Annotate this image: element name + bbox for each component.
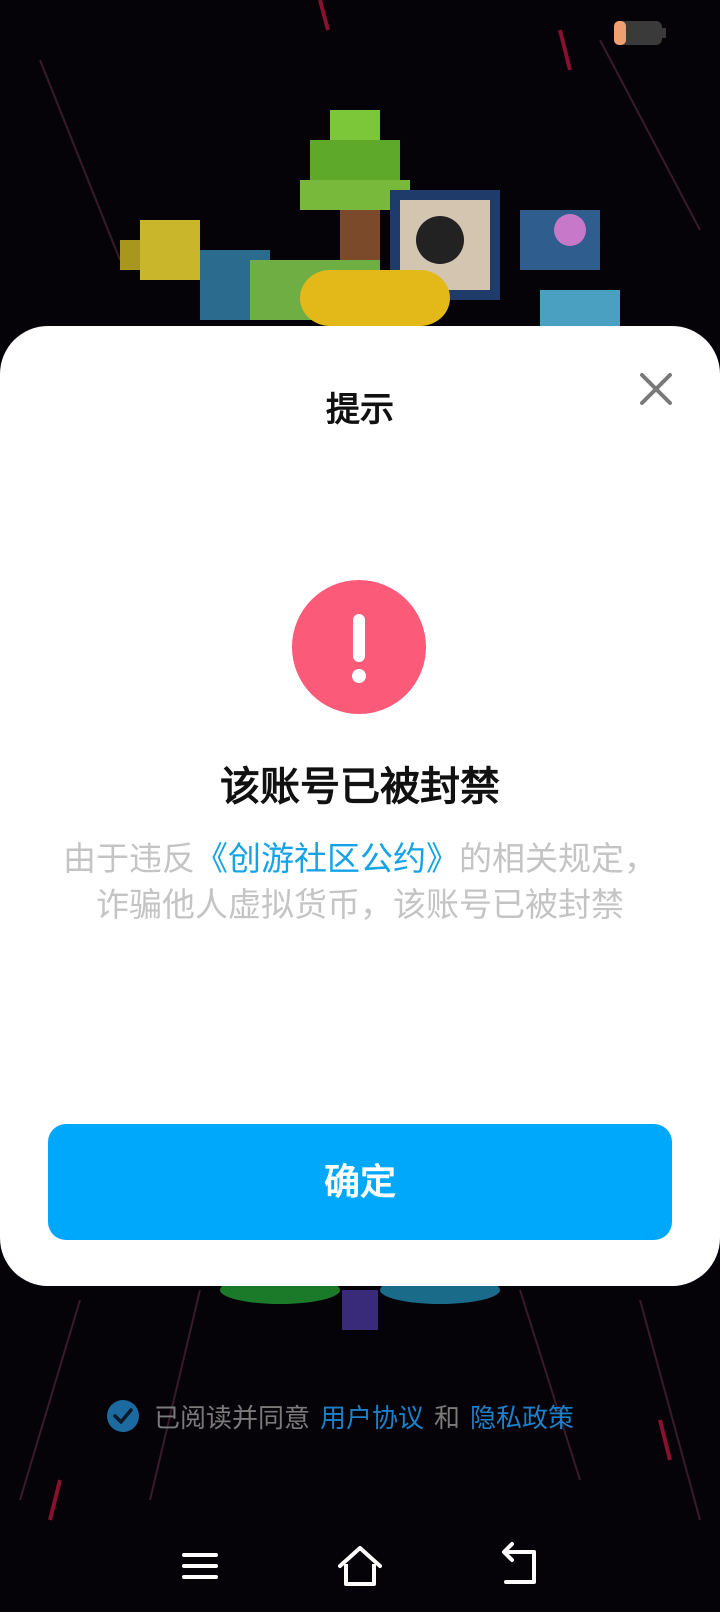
battery-icon <box>614 21 666 45</box>
message-text-before: 由于违反 <box>63 839 195 878</box>
exclamation-icon <box>352 614 366 683</box>
home-icon[interactable] <box>334 1540 386 1592</box>
user-agreement-link[interactable]: 用户协议 <box>320 1398 424 1435</box>
ban-notice-dialog: 提示 该账号已被封禁 由于违反《创游社区公约》的相关规定，诈骗他人虚拟货币，该账… <box>0 326 720 1286</box>
ban-heading: 该账号已被封禁 <box>220 764 500 810</box>
ban-message: 由于违反《创游社区公约》的相关规定，诈骗他人虚拟货币，该账号已被封禁 <box>50 836 670 928</box>
confirm-button[interactable]: 确定 <box>48 1124 672 1240</box>
privacy-policy-link[interactable]: 隐私政策 <box>470 1398 574 1435</box>
agreement-text: 已阅读并同意 <box>154 1403 311 1434</box>
alert-badge <box>292 580 426 714</box>
close-icon[interactable] <box>636 369 676 409</box>
dialog-title: 提示 <box>326 390 394 430</box>
system-navigation-bar <box>0 1532 720 1612</box>
agreement-conjunction: 和 <box>434 1403 461 1434</box>
checkbox-checked-icon[interactable] <box>106 1399 140 1433</box>
community-rules-link[interactable]: 《创游社区公约》 <box>195 839 459 878</box>
back-icon[interactable] <box>494 1540 546 1592</box>
agreement-row: 已阅读并同意 用户协议 和 隐私政策 <box>106 1396 584 1436</box>
menu-icon[interactable] <box>174 1540 226 1592</box>
